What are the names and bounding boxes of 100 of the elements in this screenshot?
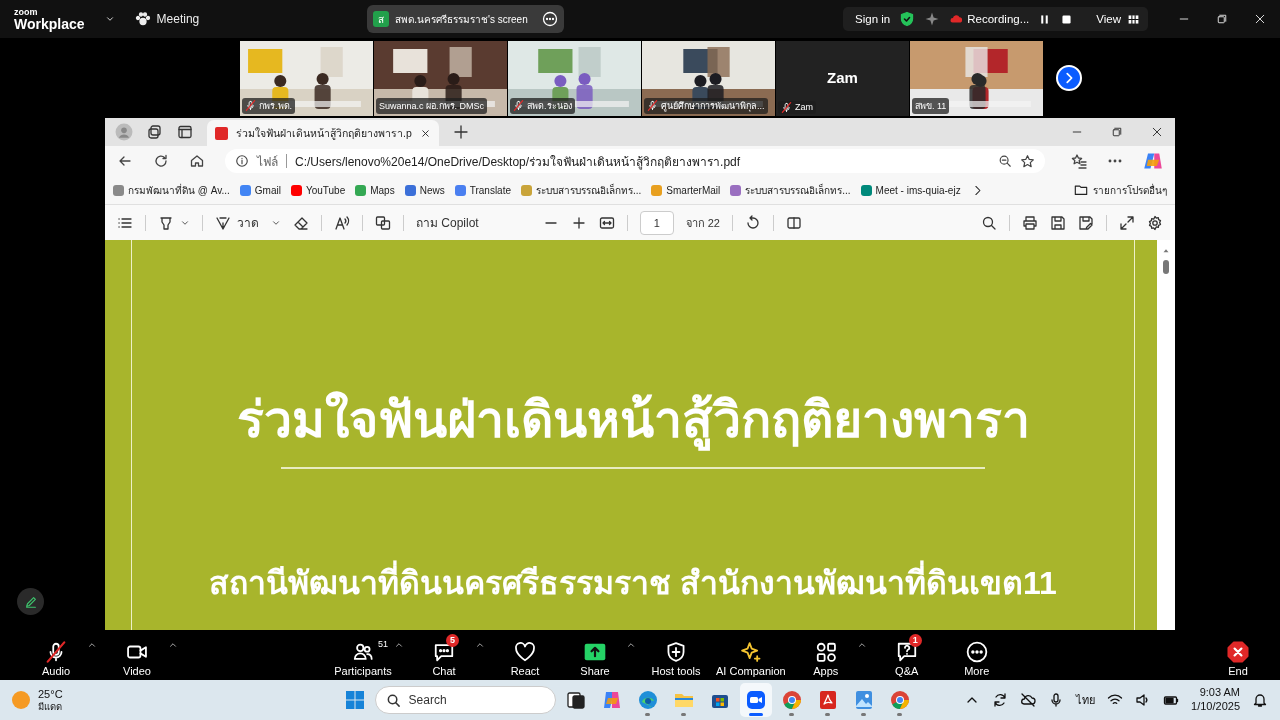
fit-width-icon[interactable] <box>598 214 615 231</box>
language-indicator[interactable]: ไทย <box>1076 691 1096 709</box>
search-box[interactable]: Search <box>374 686 556 714</box>
favorites-icon[interactable] <box>1071 153 1087 169</box>
other-favorites-button[interactable]: รายการโปรดอื่นๆ <box>1074 182 1167 198</box>
view-button[interactable]: View <box>1096 12 1140 26</box>
read-aloud-icon[interactable] <box>334 214 350 231</box>
notification-badge: 5 <box>446 633 459 647</box>
slide-title: ร่วมใจฟันฝ่าเดินหน้าสู้วิกฤติยางพารา <box>236 380 1030 459</box>
clock-date[interactable]: 1/10/2025 <box>1191 700 1240 714</box>
weather-condition: มีแดด <box>38 700 63 713</box>
apps-button[interactable]: Apps <box>795 633 856 677</box>
search-icon[interactable] <box>981 214 997 231</box>
close-icon[interactable] <box>1151 126 1163 138</box>
rotate-icon[interactable] <box>745 214 761 231</box>
search-field[interactable]: Search <box>408 689 545 711</box>
url-prefix: ไฟล์ <box>257 153 278 171</box>
audio-button[interactable]: Audio <box>26 633 86 677</box>
bookmark[interactable]: กรมพัฒนาที่ดิน @ Av... <box>113 182 230 198</box>
highlighter-icon <box>158 214 174 231</box>
grid-icon <box>1127 12 1140 26</box>
shield-icon <box>665 640 687 663</box>
share-button[interactable]: Share <box>565 633 625 677</box>
video-tile[interactable]: ศูนย์ศึกษาการพัฒนาพิกุล... <box>642 40 775 116</box>
bookmark[interactable]: Maps <box>355 184 395 196</box>
bookmark[interactable]: News <box>404 184 445 196</box>
scrollbar[interactable] <box>1157 240 1175 630</box>
bookmark[interactable]: Gmail <box>239 184 281 196</box>
save-as-icon[interactable] <box>1078 214 1094 231</box>
meeting-menu[interactable]: Meeting <box>134 11 200 27</box>
stop-icon[interactable] <box>1060 12 1074 26</box>
sparkle-icon <box>739 640 762 663</box>
translate-icon[interactable] <box>375 214 391 231</box>
bookmark[interactable]: ระบบสารบรรณอิเล็กทร... <box>730 182 851 198</box>
participants-button[interactable]: 51 Participants <box>333 633 393 677</box>
end-call-icon <box>1227 640 1249 663</box>
bookmark[interactable]: SmarterMail <box>651 184 721 196</box>
host-button[interactable]: Host tools <box>646 633 706 677</box>
print-icon[interactable] <box>1022 214 1038 231</box>
page-view-icon[interactable] <box>786 214 802 231</box>
participant-name: Zam <box>826 68 859 86</box>
ask-copilot-button[interactable]: ถาม Copilot <box>416 213 479 232</box>
url-text: C:/Users/lenovo%20e14/OneDrive/Desktop/ร่วมใจฟันฝ่าเดินหน้าสู้วิกฤติยางพารา.pdf <box>295 153 742 171</box>
video-tile[interactable]: กพร.พด. <box>240 40 373 116</box>
browser-tab[interactable]: ร่วมใจฟันฝ่าเดินหน้าสู้วิกฤติยางพารา.p <box>207 120 439 146</box>
apps-icon <box>814 640 837 663</box>
more-button[interactable]: More <box>946 633 1007 677</box>
video-tile[interactable]: สพข. 11 <box>910 40 1043 116</box>
zoom-out-icon[interactable] <box>998 154 1012 168</box>
shield-check-icon <box>899 11 916 27</box>
settings-icon[interactable] <box>1147 214 1163 231</box>
annotate-button[interactable] <box>17 588 44 615</box>
cloud-off-icon[interactable] <box>1020 692 1037 708</box>
pencil-icon <box>23 594 38 609</box>
share-title: สพด.นครศรีธรรมราช's screen <box>395 12 529 27</box>
new-tab-icon[interactable] <box>452 124 469 140</box>
tab-actions-icon[interactable] <box>177 124 193 140</box>
bookmark[interactable]: YouTube <box>290 184 346 196</box>
bookmark[interactable]: ระบบสารบรรณอิเล็กทร... <box>521 182 642 198</box>
restore-icon[interactable] <box>1216 13 1228 25</box>
video-tile[interactable]: Suwanna.c ผอ.กพร. DMSc <box>374 40 507 116</box>
workspaces-icon[interactable] <box>147 124 163 140</box>
next-page-button[interactable] <box>1056 65 1082 91</box>
sign-in-button[interactable]: Sign in <box>855 13 891 25</box>
video-button[interactable]: Video <box>107 633 167 677</box>
bookmark[interactable]: Meet - ims-quia-ejz <box>860 184 961 196</box>
ai-button[interactable]: AI Companion <box>716 633 786 677</box>
highlight-button[interactable] <box>158 214 190 231</box>
video-tile[interactable]: Zam Zam <box>776 40 909 116</box>
chat-button[interactable]: 5 Chat <box>414 633 474 677</box>
sync-icon[interactable] <box>992 692 1009 708</box>
qa-button[interactable]: 1 Q&A <box>876 633 937 677</box>
react-button[interactable]: React <box>495 633 555 677</box>
home-icon[interactable] <box>189 153 205 169</box>
caret-icon[interactable] <box>104 14 115 24</box>
info-icon <box>235 154 249 168</box>
heart-icon <box>514 640 536 663</box>
page-number-field[interactable]: 1 <box>639 210 674 235</box>
search-icon <box>385 692 401 708</box>
end-button[interactable]: End <box>1208 633 1268 677</box>
clock-time[interactable]: 9:03 AM <box>1191 686 1240 700</box>
draw-button[interactable]: วาด <box>215 213 259 232</box>
reload-icon[interactable] <box>153 153 169 169</box>
save-icon[interactable] <box>1050 214 1066 231</box>
restore-icon[interactable] <box>1111 126 1123 138</box>
more-icon[interactable] <box>542 11 559 27</box>
address-bar[interactable]: ไฟล์ C:/Users/lenovo%20e14/OneDrive/Desktop/ร่วมใจฟันฝ่าเดินหน้าสู้วิกฤติยางพารา.pdf <box>225 149 1045 173</box>
profile-icon[interactable] <box>115 123 133 141</box>
notification-bell-icon[interactable] <box>1252 692 1268 708</box>
fullscreen-icon[interactable] <box>1119 214 1135 231</box>
logo-text: zoom <box>14 7 39 17</box>
bookmark[interactable]: Translate <box>454 184 511 196</box>
muted-microphone-icon <box>513 100 524 111</box>
star-icon[interactable] <box>1020 153 1035 169</box>
participant-count: 51 <box>378 638 388 649</box>
muted-microphone-icon <box>245 100 256 111</box>
copilot-icon[interactable] <box>1143 151 1163 171</box>
video-tile[interactable]: สพด.ระนอง <box>508 40 641 116</box>
scroll-thumb[interactable] <box>1163 260 1169 274</box>
pdf-icon <box>215 126 228 140</box>
